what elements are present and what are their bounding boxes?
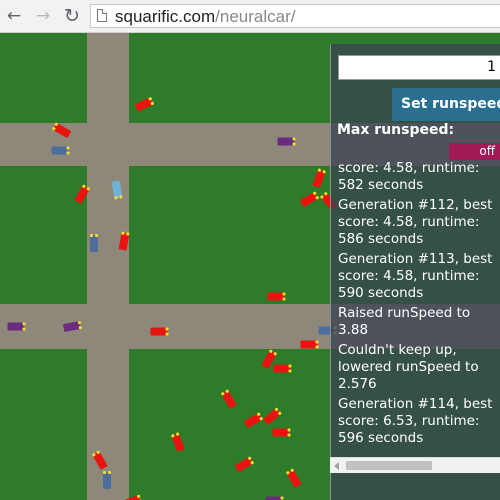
- reload-icon[interactable]: ↻: [62, 6, 82, 26]
- log-entry: Raised runSpeed to 3.88: [338, 305, 471, 338]
- horizontal-scrollbar[interactable]: [330, 457, 500, 473]
- back-arrow-icon[interactable]: ←: [4, 6, 24, 26]
- url-text: squarific.com/neuralcar/: [115, 6, 295, 28]
- car: [300, 340, 319, 349]
- address-bar[interactable]: squarific.com/neuralcar/: [90, 4, 500, 28]
- car: [7, 322, 26, 331]
- max-runspeed-label: Max runspeed:: [337, 122, 455, 138]
- car: [51, 146, 70, 155]
- browser-toolbar: ← → ↻ squarific.com/neuralcar/: [0, 0, 500, 33]
- car: [273, 364, 292, 373]
- control-panel: 1 Set runspeed Max runspeed: off score: …: [330, 44, 500, 500]
- url-domain: squarific.com: [115, 7, 216, 26]
- car: [299, 191, 320, 208]
- car: [134, 96, 155, 112]
- car: [285, 468, 302, 488]
- log-entry: Couldn't keep up, lowered runSpeed to 2.…: [338, 342, 479, 392]
- car: [262, 407, 282, 426]
- car: [150, 327, 169, 336]
- road: [87, 33, 129, 500]
- car: [220, 389, 237, 409]
- car: [265, 496, 284, 500]
- car: [277, 137, 296, 146]
- car: [170, 432, 185, 452]
- log-entry: Generation #113, best score: 4.58, runti…: [338, 251, 493, 301]
- forward-arrow-icon[interactable]: →: [33, 6, 53, 26]
- log-entry: score: 4.58, runtime: 582 seconds: [338, 160, 480, 193]
- log-entry: Generation #114, best score: 6.53, runti…: [338, 396, 493, 446]
- url-path: /neuralcar/: [215, 7, 296, 26]
- car: [90, 234, 98, 252]
- car: [312, 168, 327, 188]
- set-runspeed-button[interactable]: Set runspeed: [392, 88, 500, 121]
- page-icon: [97, 9, 107, 22]
- log-entry: Generation #112, best score: 4.58, runti…: [338, 197, 493, 247]
- scrollbar-thumb[interactable]: [346, 461, 432, 470]
- car: [243, 412, 264, 429]
- max-runspeed-toggle[interactable]: off: [449, 143, 500, 160]
- car: [272, 428, 291, 437]
- car: [103, 471, 111, 489]
- runspeed-input[interactable]: 1: [338, 55, 500, 80]
- scroll-left-arrow-icon[interactable]: [334, 462, 339, 470]
- car: [234, 456, 255, 473]
- car: [267, 292, 286, 301]
- log-list: score: 4.58, runtime: 582 seconds Genera…: [331, 160, 500, 457]
